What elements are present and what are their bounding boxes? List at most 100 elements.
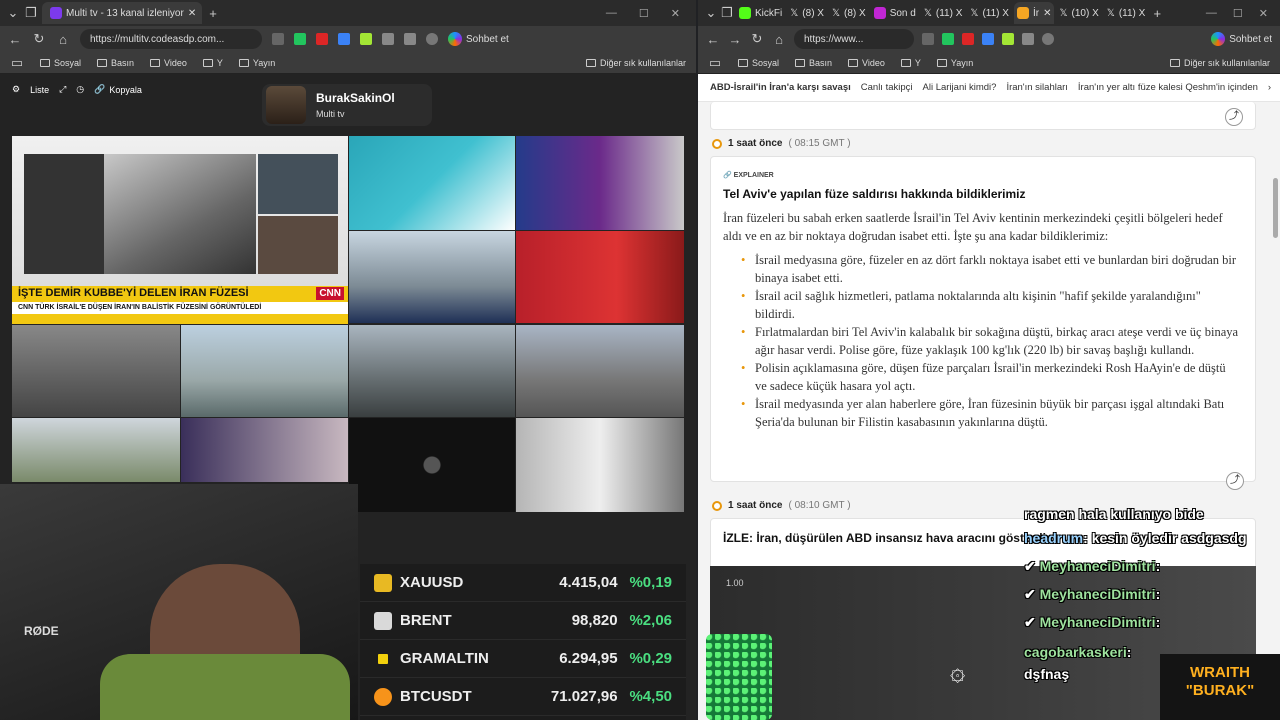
reload-icon[interactable]: ↻ [750, 31, 764, 47]
extension-icon[interactable] [316, 33, 328, 45]
url-field[interactable]: https://www... [794, 29, 914, 49]
share-icon[interactable]: ⤴ [1226, 472, 1244, 490]
bookmark-folder[interactable]: Yayın [238, 58, 275, 68]
back-icon[interactable]: ← [8, 32, 22, 47]
bookmark-folder[interactable]: Sosyal [40, 58, 81, 68]
topic-link[interactable]: ABD-İsrail'in İran'a karşı savaşı [710, 82, 851, 93]
topic-link[interactable]: Canlı takipçi [861, 82, 913, 93]
tab[interactable]: KickFi [736, 2, 785, 24]
bookmark-folder[interactable]: Basın [795, 58, 832, 68]
tab-aljazeera[interactable]: İr ✕ [1013, 2, 1055, 24]
tab[interactable]: 𝕏 (8) X [787, 2, 827, 24]
maximize-icon[interactable]: ☐ [639, 7, 649, 20]
profile-avatar[interactable] [426, 33, 438, 45]
extension-icon[interactable] [272, 33, 284, 45]
share-icon[interactable]: ⤴ [1225, 108, 1243, 126]
extension-icon[interactable] [360, 33, 372, 45]
topic-link[interactable]: Ali Larijani kimdi? [923, 82, 997, 93]
channel-card[interactable]: BurakSakinOl Multi tv [262, 84, 432, 126]
other-bookmarks[interactable]: Diğer sık kullanılanlar [585, 58, 686, 68]
sidebar-toggle-icon[interactable]: ▭ [10, 55, 24, 71]
chevron-right-icon[interactable]: › [1268, 82, 1271, 93]
video-tile[interactable] [349, 418, 515, 512]
close-icon[interactable]: ✕ [1043, 8, 1051, 19]
right-tab-strip: ⌄ ❐ KickFi 𝕏 (8) X 𝕏 (8) X Son d 𝕏 (11) X 𝕏… [698, 0, 1280, 26]
bookmark-folder[interactable]: Y [900, 58, 921, 68]
workspaces-icon[interactable]: ❐ [720, 5, 734, 21]
back-icon[interactable]: ← [706, 32, 720, 47]
tab-actions-icon[interactable]: ⌄ [6, 5, 20, 21]
bookmark-folder[interactable]: Y [202, 58, 223, 68]
multitv-toolbar: ⚙ Liste ⤢ ◷ 🔗 Kopyala [12, 84, 142, 95]
copilot-button[interactable]: Sohbet et [1211, 32, 1272, 46]
video-tile[interactable] [349, 325, 515, 417]
close-window-icon[interactable]: ✕ [671, 7, 680, 20]
copy-button[interactable]: 🔗 Kopyala [94, 84, 142, 95]
minimize-icon[interactable]: — [1206, 7, 1217, 20]
video-tile[interactable] [12, 418, 180, 482]
extension-icon[interactable] [962, 33, 974, 45]
multitv-page: ⚙ Liste ⤢ ◷ 🔗 Kopyala BurakSakinOl Multi t… [0, 74, 696, 720]
channel-name: BurakSakinOl [316, 91, 395, 105]
video-tile[interactable] [181, 325, 348, 417]
tab[interactable]: 𝕏 (11) X [1104, 2, 1149, 24]
video-tile[interactable] [516, 325, 684, 417]
tab[interactable]: 𝕏 (10) X [1056, 2, 1101, 24]
url-field[interactable]: https://multitv.codeasdp.com... [80, 29, 262, 49]
news-page: ABD-İsrail'in İran'a karşı savaşı Canlı … [698, 74, 1280, 720]
fullscreen-icon[interactable]: ⤢ [59, 84, 66, 95]
extension-icon[interactable] [1022, 33, 1034, 45]
list-button[interactable]: Liste [30, 85, 49, 95]
extension-icon[interactable] [294, 33, 306, 45]
minimize-icon[interactable]: — [606, 7, 617, 20]
lego-decoration [706, 634, 772, 720]
workspaces-icon[interactable]: ❐ [24, 5, 38, 21]
copilot-icon [1211, 32, 1226, 46]
video-tile[interactable] [349, 136, 515, 230]
tab[interactable]: 𝕏 (8) X [829, 2, 869, 24]
tab[interactable]: 𝕏 (11) X [967, 2, 1012, 24]
extension-icon[interactable] [922, 33, 934, 45]
bookmark-folder[interactable]: Sosyal [738, 58, 779, 68]
video-tile[interactable] [181, 418, 348, 482]
new-tab-icon[interactable]: + [1150, 6, 1164, 21]
extension-icon[interactable] [382, 33, 394, 45]
extension-icon[interactable] [404, 33, 416, 45]
timer-icon[interactable]: ◷ [76, 84, 84, 95]
topic-link[interactable]: İran'ın yer altı füze kalesi Qeshm'in iç… [1078, 82, 1258, 93]
close-window-icon[interactable]: ✕ [1259, 7, 1268, 20]
video-tile[interactable] [516, 418, 684, 512]
copilot-button[interactable]: Sohbet et [448, 32, 509, 46]
new-tab-icon[interactable]: + [206, 6, 220, 21]
bookmark-folder[interactable]: Basın [97, 58, 134, 68]
extension-icon[interactable] [982, 33, 994, 45]
scrollbar[interactable] [1273, 178, 1278, 238]
bookmark-folder[interactable]: Video [848, 58, 885, 68]
home-icon[interactable]: ⌂ [772, 32, 786, 47]
video-tile[interactable] [516, 231, 684, 323]
video-tile[interactable] [12, 325, 180, 417]
extension-icon[interactable] [338, 33, 350, 45]
extension-icon[interactable] [942, 33, 954, 45]
maximize-icon[interactable]: ☐ [1233, 7, 1243, 20]
home-icon[interactable]: ⌂ [56, 32, 70, 47]
sidebar-toggle-icon[interactable]: ▭ [708, 55, 722, 71]
tab-actions-icon[interactable]: ⌄ [704, 5, 718, 21]
profile-avatar[interactable] [1042, 33, 1054, 45]
video-tile[interactable] [349, 231, 515, 323]
bookmark-folder[interactable]: Yayın [936, 58, 973, 68]
topic-link[interactable]: İran'ın silahları [1006, 82, 1067, 93]
bookmark-folder[interactable]: Video [150, 58, 187, 68]
settings-icon[interactable]: ⚙ [12, 84, 20, 95]
forward-icon[interactable]: → [728, 32, 742, 47]
other-bookmarks[interactable]: Diğer sık kullanılanlar [1169, 58, 1270, 68]
video-tile-main[interactable]: İŞTE DEMİR KUBBE'Yİ DELEN İRAN FÜZESİ CN… [12, 136, 348, 324]
reload-icon[interactable]: ↻ [32, 31, 46, 47]
tab[interactable]: 𝕏 (11) X [921, 2, 966, 24]
close-icon[interactable]: ✕ [188, 8, 196, 19]
tab-multitv[interactable]: Multi tv - 13 kanal izleniyor ✕ [42, 2, 202, 24]
tab[interactable]: Son d [871, 2, 919, 24]
ticker-row: XAUUSD 4.415,04 %0,19 [360, 564, 686, 602]
extension-icon[interactable] [1002, 33, 1014, 45]
video-tile[interactable] [516, 136, 684, 230]
